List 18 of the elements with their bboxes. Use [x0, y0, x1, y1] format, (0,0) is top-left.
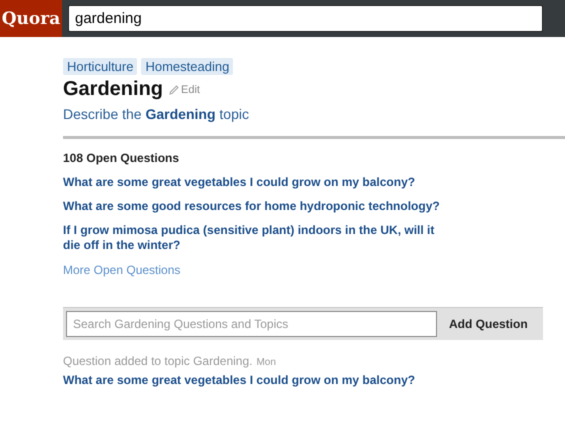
question-link[interactable]: What are some great vegetables I could grow on my balcony?: [63, 373, 565, 388]
question-link[interactable]: What are some good resources for home hydroponic technology?: [63, 199, 443, 214]
edit-link[interactable]: Edit: [169, 84, 200, 96]
activity-text: Question added to topic Gardening.: [63, 354, 252, 368]
add-question-button[interactable]: Add Question: [437, 311, 540, 337]
search-field[interactable]: Search Gardening Questions and Topics: [66, 311, 437, 337]
search-field[interactable]: gardening: [68, 5, 543, 32]
edit-label: Edit: [181, 84, 200, 96]
topic-tag[interactable]: Homesteading: [141, 58, 234, 75]
logo[interactable]: Quora: [0, 0, 62, 37]
pencil-icon: [169, 85, 180, 95]
describe-link[interactable]: Describe the Gardening topic: [63, 106, 565, 122]
topic-tag[interactable]: Horticulture: [63, 58, 138, 75]
topic-title: Gardening: [63, 78, 164, 101]
section-heading: 108 Open Questions: [63, 151, 180, 165]
question-link[interactable]: What are some great vegetables I could grow on my balcony?: [63, 175, 443, 190]
question-link[interactable]: If I grow mimosa pudica (sensitive plant) indoors in the UK, will it die off in the winter?: [63, 223, 443, 253]
timestamp: Mon: [256, 357, 276, 368]
